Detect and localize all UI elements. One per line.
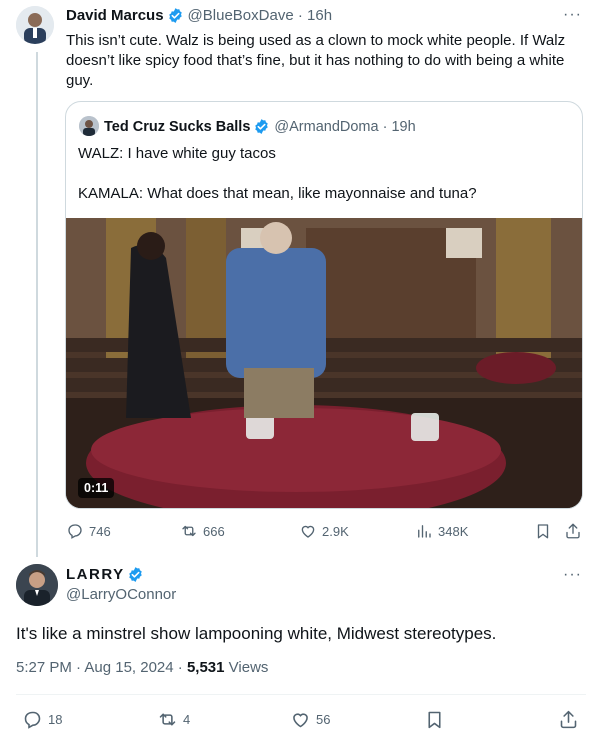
views-count: 348K bbox=[438, 523, 469, 539]
verified-badge-icon bbox=[255, 119, 269, 134]
like-count: 2.9K bbox=[322, 523, 349, 539]
video-frame-image bbox=[66, 218, 582, 508]
repost-icon bbox=[182, 525, 196, 537]
like-icon bbox=[301, 525, 315, 538]
reply-count: 18 bbox=[48, 712, 63, 727]
main-author-handle[interactable]: @LarryOConnor bbox=[66, 586, 176, 603]
reply-icon bbox=[24, 711, 41, 729]
views-number: 5,531 bbox=[186, 659, 225, 676]
more-icon[interactable]: ··· bbox=[563, 6, 582, 24]
author-handle[interactable]: @BlueBoxDave bbox=[188, 7, 294, 24]
reply-button[interactable]: 18 bbox=[22, 709, 62, 730]
bookmark-icon bbox=[537, 524, 549, 539]
repost-count: 666 bbox=[203, 523, 225, 539]
avatar-david-marcus[interactable] bbox=[16, 6, 54, 44]
video-duration: 0:11 bbox=[78, 478, 115, 498]
video-player[interactable]: 0:11 bbox=[66, 218, 582, 508]
quote-line-1: WALZ: I have white guy tacos bbox=[78, 145, 276, 162]
bookmark-icon bbox=[428, 711, 441, 729]
views-label: Views bbox=[224, 659, 269, 676]
quoted-author-name: Ted Cruz Sucks Balls bbox=[104, 118, 251, 135]
quoted-tweet-text: WALZ: I have white guy tacos KAMALA: Wha… bbox=[78, 144, 568, 224]
reply-count: 746 bbox=[89, 523, 111, 539]
thread-connector-line bbox=[36, 52, 38, 557]
avatar-larry[interactable] bbox=[16, 564, 58, 606]
bookmark-button[interactable] bbox=[424, 709, 445, 730]
bookmark-button[interactable] bbox=[534, 522, 552, 540]
share-button[interactable] bbox=[564, 522, 582, 540]
share-icon bbox=[566, 523, 580, 539]
main-tweet-header: LARRY bbox=[66, 566, 148, 583]
more-icon[interactable]: ··· bbox=[563, 566, 582, 584]
quoted-author-handle: @ArmandDoma bbox=[274, 118, 379, 135]
main-author-name[interactable]: LARRY bbox=[66, 566, 125, 583]
main-tweet-text: It's like a minstrel show lampooning whi… bbox=[16, 624, 497, 643]
share-icon bbox=[560, 710, 577, 729]
tweet-metadata: 5:27 PM · Aug 15, 2024 · 5,531 Views bbox=[16, 659, 268, 676]
repost-icon bbox=[159, 713, 176, 726]
quoted-tweet-time: 19h bbox=[391, 118, 416, 135]
like-count: 56 bbox=[316, 712, 331, 727]
quote-line-2: KAMALA: What does that mean, like mayonn… bbox=[78, 185, 477, 202]
views-button[interactable]: 348K bbox=[415, 522, 468, 540]
parent-tweet-header: David Marcus @BlueBoxDave · 16h bbox=[66, 7, 333, 24]
verified-badge-icon bbox=[168, 8, 182, 23]
reply-button[interactable]: 746 bbox=[66, 522, 111, 540]
quoted-tweet-header: Ted Cruz Sucks Balls @ArmandDoma · 19h bbox=[104, 118, 416, 135]
repost-count: 4 bbox=[183, 712, 191, 727]
author-name[interactable]: David Marcus bbox=[66, 7, 164, 24]
verified-badge-icon bbox=[128, 567, 142, 582]
tweet-timestamp[interactable]: 5:27 PM · Aug 15, 2024 · bbox=[16, 659, 187, 676]
share-button[interactable] bbox=[558, 709, 579, 730]
tweet-time[interactable]: 16h bbox=[307, 7, 332, 24]
repost-button[interactable]: 666 bbox=[180, 522, 225, 540]
repost-button[interactable]: 4 bbox=[157, 709, 190, 730]
like-button[interactable]: 2.9K bbox=[299, 522, 349, 540]
parent-tweet-text: This isn’t cute. Walz is being used as a… bbox=[66, 32, 566, 89]
reply-icon bbox=[68, 524, 82, 539]
divider bbox=[16, 694, 586, 695]
avatar-quoted-user bbox=[79, 116, 99, 136]
like-button[interactable]: 56 bbox=[290, 709, 330, 730]
views-icon bbox=[418, 525, 431, 538]
like-icon bbox=[293, 713, 308, 728]
quoted-tweet-card[interactable]: Ted Cruz Sucks Balls @ArmandDoma · 19h W… bbox=[65, 101, 583, 509]
